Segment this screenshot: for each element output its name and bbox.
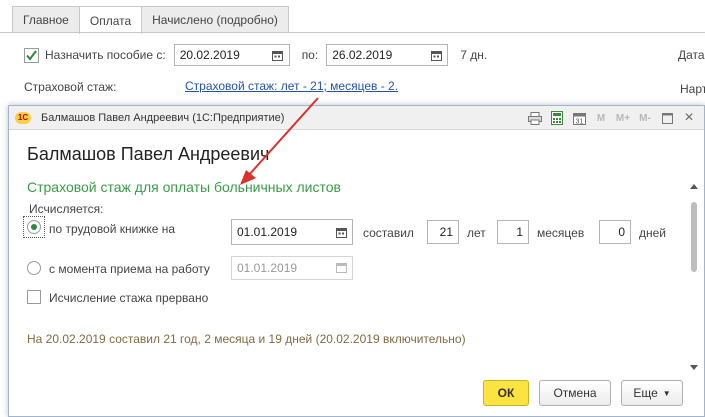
months-field[interactable]: 1 xyxy=(497,220,529,244)
checkmark-icon xyxy=(26,49,37,61)
calendar-icon[interactable] xyxy=(267,45,289,65)
insurance-label: Страховой стаж: xyxy=(24,80,117,94)
more-button[interactable]: Еще ▼ xyxy=(621,380,683,406)
tab-accrued-detailed[interactable]: Начислено (подробно) xyxy=(141,6,289,33)
workbook-date-value: 01.01.2019 xyxy=(237,225,298,239)
insurance-link[interactable]: Страховой стаж: лет - 21; месяцев - 2. xyxy=(185,79,398,93)
days-count: 7 дн. xyxy=(460,48,488,62)
scroll-up-icon[interactable] xyxy=(690,184,698,189)
calculator-icon[interactable] xyxy=(546,108,568,128)
assign-benefit-label: Назначить пособие с: xyxy=(45,48,166,62)
printer-icon[interactable] xyxy=(524,108,546,128)
employee-heading: Балмашов Павел Андреевич xyxy=(27,144,270,164)
date-to-field[interactable]: 26.02.2019 xyxy=(326,44,449,66)
calendar-icon[interactable] xyxy=(330,220,352,244)
tab-bar: Главное Оплата Начислено (подробно) xyxy=(12,6,289,34)
m-plus-icon: M+ xyxy=(615,112,631,124)
assign-benefit-checkbox[interactable] xyxy=(24,47,39,63)
dialog-titlebar[interactable]: 1С Балмашов Павел Андреевич (1С:Предприя… xyxy=(9,106,704,130)
calendar-icon[interactable]: 31 xyxy=(568,108,590,128)
days-field[interactable]: 0 xyxy=(599,220,631,244)
titlebar-toolbar: 31 M M+ M- × xyxy=(524,106,700,130)
restore-icon[interactable] xyxy=(656,108,678,128)
m-minus-icon: M- xyxy=(639,112,651,124)
months-label: месяцев xyxy=(537,226,585,240)
calendar-icon xyxy=(330,257,352,277)
hire-date-value: 01.01.2019 xyxy=(237,261,298,275)
section-title: Страховой стаж для оплаты больничных лис… xyxy=(27,179,341,195)
dialog-window-title: Балмашов Павел Андреевич (1С:Предприятие… xyxy=(41,111,285,124)
radio-selected-dot xyxy=(31,224,37,230)
radio-workbook-label[interactable]: по трудовой книжке на xyxy=(49,222,175,236)
second-label-cut: Нарт xyxy=(680,82,705,96)
summary-text: На 20.02.2019 составил 21 год, 2 месяца … xyxy=(27,332,466,346)
date-to-value: 26.02.2019 xyxy=(332,48,393,62)
1c-logo-icon: 1С xyxy=(15,111,31,124)
insurance-dialog: 1С Балмашов Павел Андреевич (1С:Предприя… xyxy=(8,105,705,417)
workbook-date-field[interactable]: 01.01.2019 xyxy=(231,219,353,245)
interrupted-checkbox[interactable] xyxy=(27,290,41,304)
calculated-label: Исчисляется: xyxy=(29,202,104,216)
tab-divider xyxy=(0,32,705,33)
close-icon[interactable]: × xyxy=(678,108,700,128)
radio-hire-label[interactable]: с момента приема на работу xyxy=(49,262,210,276)
days-label: дней xyxy=(639,226,667,240)
interrupted-label[interactable]: Исчисление стажа прервано xyxy=(49,291,208,305)
date-from-value: 20.02.2019 xyxy=(179,48,240,62)
radio-hire[interactable] xyxy=(27,261,41,275)
scroll-down-icon[interactable] xyxy=(690,365,698,370)
assign-benefit-row: Назначить пособие с: 20.02.2019 по: 26.0… xyxy=(24,44,487,66)
tab-main[interactable]: Главное xyxy=(12,6,80,33)
svg-text:31: 31 xyxy=(575,118,583,125)
chevron-down-icon: ▼ xyxy=(662,388,671,398)
calendar-icon[interactable] xyxy=(425,45,447,65)
more-button-label: Еще xyxy=(633,386,658,400)
radio-workbook[interactable] xyxy=(27,220,41,234)
tab-payment[interactable]: Оплата xyxy=(78,6,143,34)
vertical-scrollbar[interactable] xyxy=(690,184,698,370)
cancel-button[interactable]: Отмена xyxy=(539,380,611,406)
scroll-thumb[interactable] xyxy=(691,202,697,272)
hire-date-field: 01.01.2019 xyxy=(231,256,353,280)
date-from-field[interactable]: 20.02.2019 xyxy=(173,44,290,66)
amounted-label: составил xyxy=(363,226,414,240)
years-label: лет xyxy=(467,226,486,240)
date-label-cut: Дата xyxy=(678,48,705,62)
ok-button[interactable]: ОК xyxy=(483,380,529,406)
m-icon: M xyxy=(596,112,606,124)
to-label: по: xyxy=(301,48,319,62)
years-field[interactable]: 21 xyxy=(427,220,459,244)
